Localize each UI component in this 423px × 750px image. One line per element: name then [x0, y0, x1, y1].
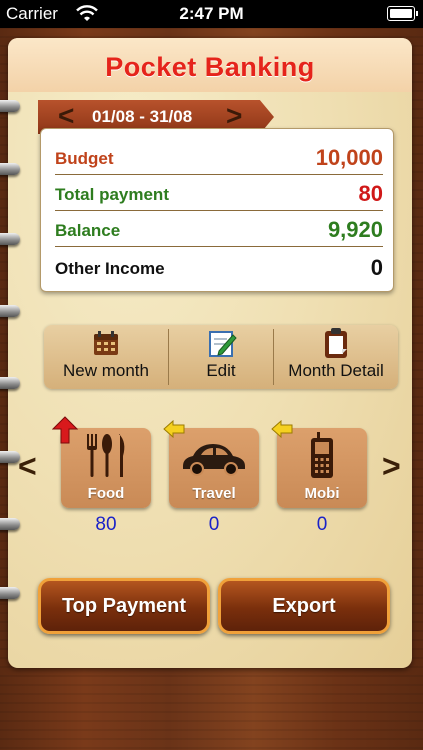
action-toolbar: New month Edit Month Detail	[44, 325, 398, 389]
category-mobi[interactable]: Mobi	[277, 428, 367, 508]
new-month-label: New month	[63, 361, 149, 380]
budget-row[interactable]: Budget 10,000	[55, 141, 383, 175]
top-payment-button[interactable]: Top Payment	[38, 578, 210, 634]
status-time: 2:47 PM	[179, 4, 244, 23]
balance-row: Balance 9,920	[55, 213, 383, 247]
other-income-row[interactable]: Other Income 0	[55, 251, 383, 285]
category-food-label: Food	[87, 485, 125, 502]
battery-icon	[387, 6, 418, 21]
calendar-icon	[94, 331, 118, 355]
divider	[55, 209, 383, 211]
up-arrow-red-icon	[52, 416, 78, 444]
car-icon	[183, 444, 245, 476]
period-range: 01/08 - 31/08	[92, 107, 193, 126]
category-mobi-label: Mobi	[304, 485, 340, 502]
clipboard-icon	[325, 328, 347, 358]
new-month-button[interactable]: New month	[44, 325, 168, 389]
binder-ring-icon	[0, 518, 20, 530]
status-bar: Carrier 2:47 PM	[0, 0, 423, 28]
export-button[interactable]: Export	[218, 578, 390, 634]
binder-ring-icon	[0, 587, 20, 599]
total-payment-value: 80	[358, 181, 383, 206]
divider	[55, 245, 383, 247]
category-travel[interactable]: Travel	[169, 428, 259, 508]
budget-value: 10,000	[315, 145, 383, 170]
binder-ring-icon	[0, 451, 20, 463]
month-detail-label: Month Detail	[288, 361, 384, 380]
category-mobi-amount: 0	[316, 514, 328, 535]
binder-ring-icon	[0, 305, 20, 317]
total-payment-label: Total payment	[55, 185, 169, 204]
binder-ring-icon	[0, 233, 20, 245]
binder-ring-icon	[0, 377, 20, 389]
app-title: Pocket Banking	[105, 52, 315, 82]
budget-label: Budget	[55, 149, 114, 168]
category-travel-amount: 0	[208, 514, 220, 535]
other-income-value: 0	[370, 255, 383, 280]
category-travel-label: Travel	[192, 485, 236, 502]
balance-value: 9,920	[327, 217, 383, 242]
edit-pencil-icon	[209, 331, 237, 357]
edit-label: Edit	[206, 361, 236, 380]
mobile-phone-icon	[311, 432, 333, 478]
category-food-amount: 80	[95, 514, 117, 535]
left-arrow-yellow-icon	[271, 420, 293, 438]
next-category-button[interactable]: >	[382, 448, 401, 485]
other-income-label: Other Income	[55, 259, 165, 278]
month-detail-button[interactable]: Month Detail	[274, 325, 398, 389]
divider	[55, 173, 383, 175]
prev-category-button[interactable]: <	[18, 448, 37, 485]
binder-ring-icon	[0, 100, 20, 112]
left-arrow-yellow-icon	[163, 420, 185, 438]
total-payment-row[interactable]: Total payment 80	[55, 177, 383, 211]
fork-knife-icon	[87, 434, 125, 477]
binder-ring-icon	[0, 163, 20, 175]
summary-card: Budget 10,000 Total payment 80 Balance 9…	[40, 128, 394, 292]
balance-label: Balance	[55, 221, 121, 240]
edit-button[interactable]: Edit	[169, 325, 273, 389]
